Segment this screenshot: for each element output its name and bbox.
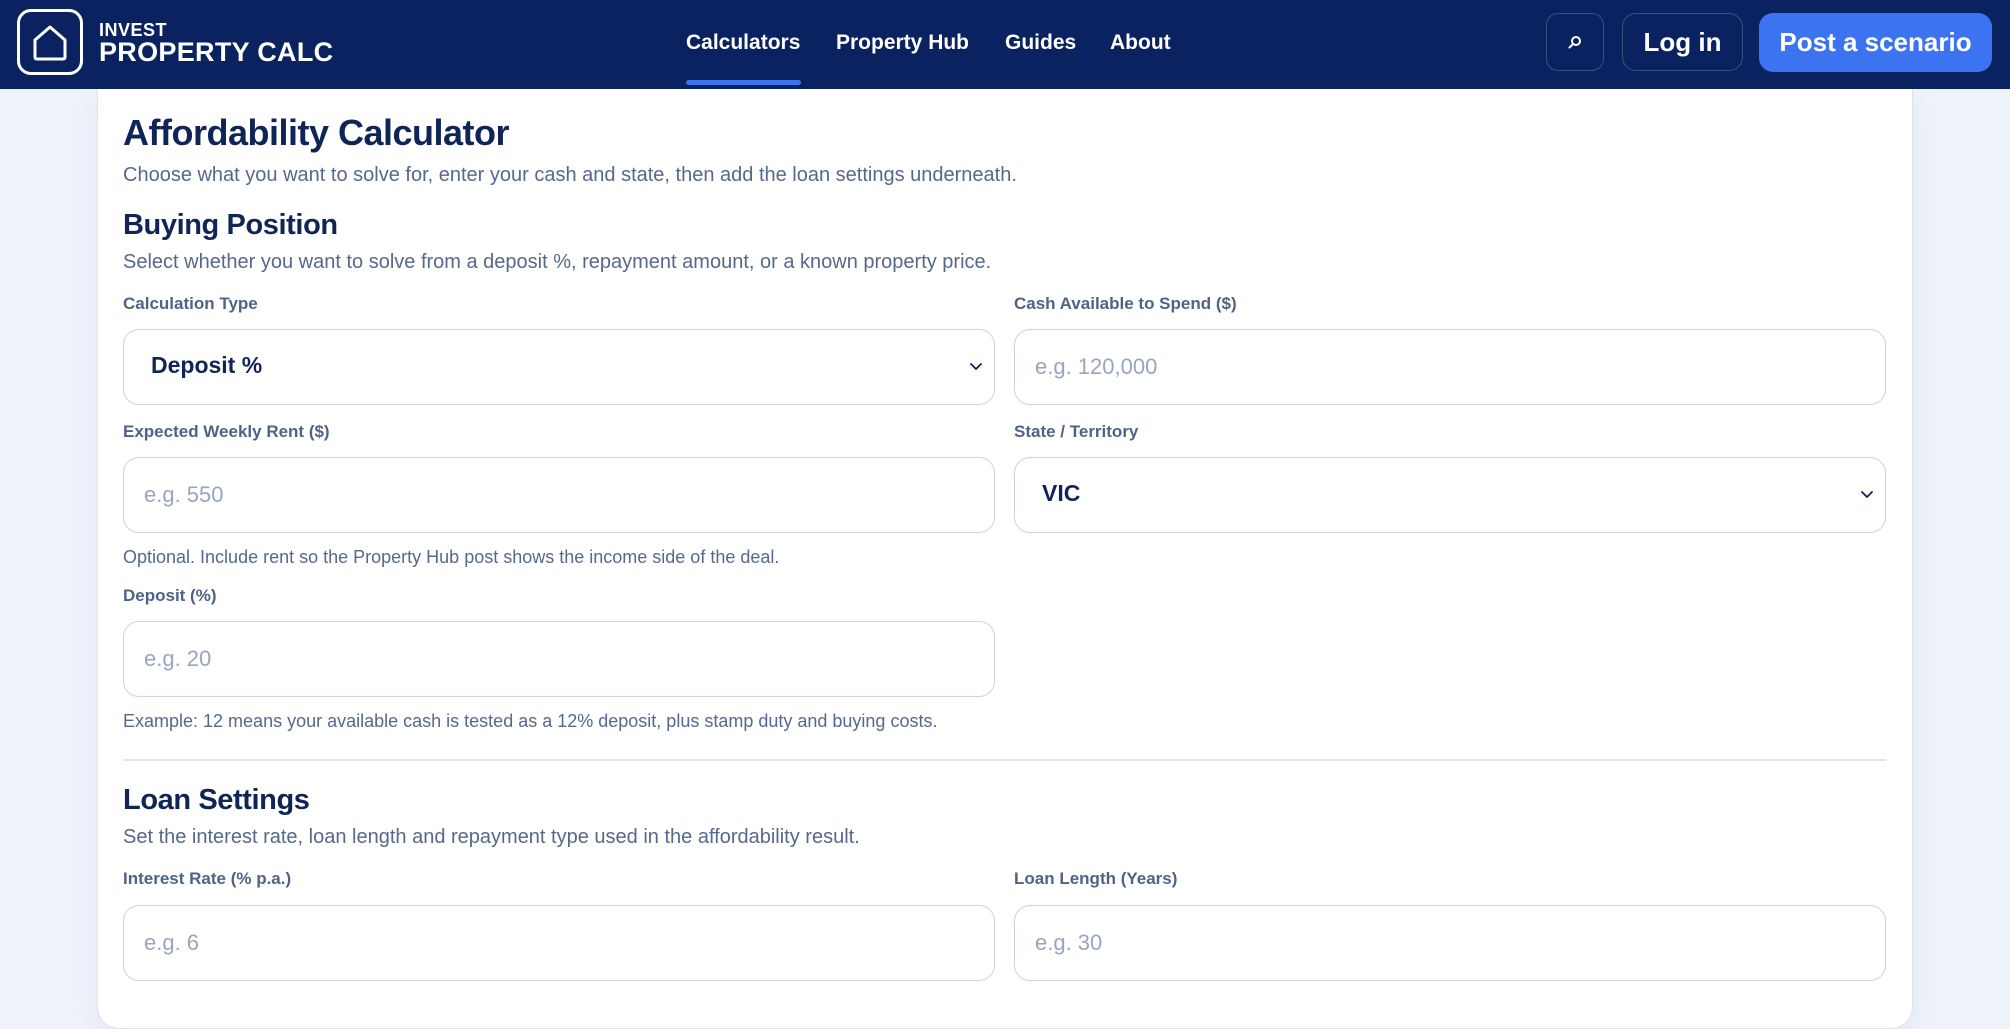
chevron-down-icon bbox=[970, 363, 982, 370]
nav-property-hub[interactable]: Property Hub bbox=[836, 31, 969, 55]
top-navigation-bar: INVEST PROPERTY CALC Calculators Propert… bbox=[0, 0, 2010, 89]
search-button[interactable] bbox=[1546, 13, 1604, 71]
buying-position-subtitle: Select whether you want to solve from a … bbox=[123, 251, 992, 273]
page-subtitle: Choose what you want to solve for, enter… bbox=[123, 164, 1017, 186]
loan-settings-subtitle: Set the interest rate, loan length and r… bbox=[123, 826, 860, 848]
section-divider bbox=[123, 759, 1886, 761]
house-icon bbox=[33, 25, 67, 61]
post-scenario-button[interactable]: Post a scenario bbox=[1759, 13, 1992, 72]
calculation-type-label: Calculation Type bbox=[123, 294, 258, 313]
page-title: Affordability Calculator bbox=[123, 112, 510, 153]
calculation-type-select[interactable]: Deposit % bbox=[123, 329, 995, 405]
deposit-label: Deposit (%) bbox=[123, 586, 217, 605]
brand-line-2[interactable]: PROPERTY CALC bbox=[99, 37, 333, 68]
interest-rate-input[interactable] bbox=[124, 906, 994, 980]
interest-rate-label: Interest Rate (% p.a.) bbox=[123, 869, 292, 888]
deposit-hint: Example: 12 means your available cash is… bbox=[123, 711, 938, 731]
cash-available-input[interactable] bbox=[1015, 330, 1885, 404]
chevron-down-icon bbox=[1861, 491, 1873, 498]
weekly-rent-hint: Optional. Include rent so the Property H… bbox=[123, 547, 780, 567]
deposit-input[interactable] bbox=[124, 622, 994, 696]
active-nav-indicator bbox=[686, 80, 801, 85]
interest-rate-field[interactable] bbox=[123, 905, 995, 981]
cash-available-label: Cash Available to Spend ($) bbox=[1014, 294, 1237, 313]
nav-calculators[interactable]: Calculators bbox=[686, 31, 800, 55]
nav-guides[interactable]: Guides bbox=[1005, 31, 1076, 55]
weekly-rent-label: Expected Weekly Rent ($) bbox=[123, 422, 330, 441]
home-logo-icon[interactable] bbox=[17, 9, 83, 75]
loan-length-input[interactable] bbox=[1015, 906, 1885, 980]
weekly-rent-input[interactable] bbox=[124, 458, 994, 532]
loan-length-field[interactable] bbox=[1014, 905, 1886, 981]
nav-about[interactable]: About bbox=[1110, 31, 1171, 55]
buying-position-heading: Buying Position bbox=[123, 209, 338, 241]
search-icon bbox=[1568, 36, 1581, 49]
state-territory-value: VIC bbox=[1042, 480, 1081, 506]
calculation-type-value: Deposit % bbox=[151, 352, 263, 378]
login-button[interactable]: Log in bbox=[1622, 13, 1743, 71]
deposit-field[interactable] bbox=[123, 621, 995, 697]
loan-length-label: Loan Length (Years) bbox=[1014, 869, 1178, 888]
state-territory-label: State / Territory bbox=[1014, 422, 1139, 441]
weekly-rent-field[interactable] bbox=[123, 457, 995, 533]
cash-available-field[interactable] bbox=[1014, 329, 1886, 405]
loan-settings-heading: Loan Settings bbox=[123, 784, 310, 816]
state-territory-select[interactable]: VIC bbox=[1014, 457, 1886, 533]
